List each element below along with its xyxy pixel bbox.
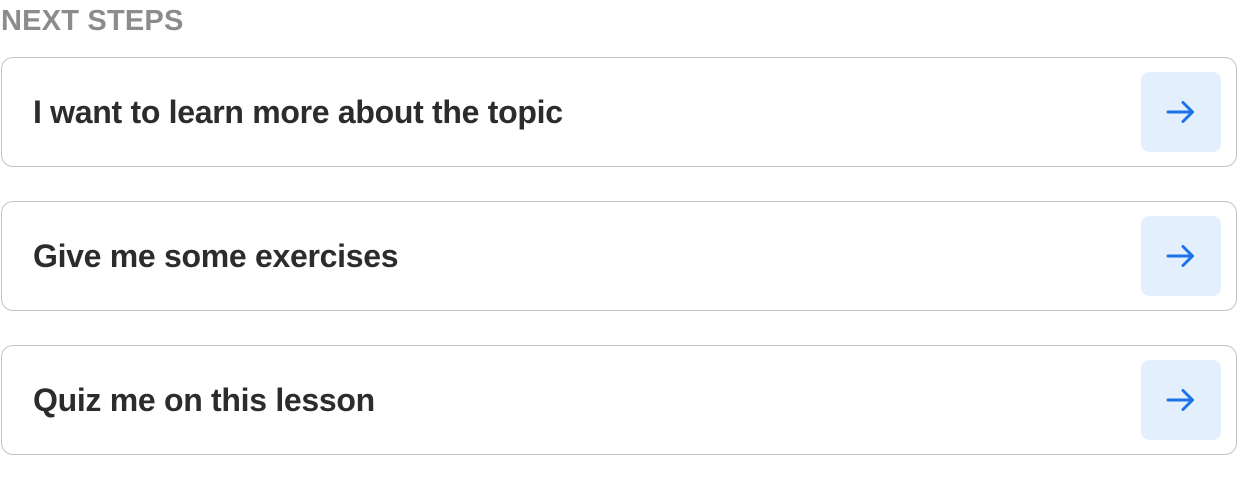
section-title: NEXT STEPS [1, 5, 184, 37]
arrow-right-icon [1166, 245, 1194, 267]
next-step-label: Give me some exercises [33, 238, 399, 274]
arrow-right-icon [1166, 389, 1194, 411]
next-step-quiz[interactable]: Quiz me on this lesson [1, 345, 1237, 455]
next-step-go-button[interactable] [1141, 360, 1221, 440]
next-step-label: Quiz me on this lesson [33, 382, 375, 418]
next-step-learn-more[interactable]: I want to learn more about the topic [1, 57, 1237, 167]
next-step-go-button[interactable] [1141, 216, 1221, 296]
next-step-label: I want to learn more about the topic [33, 94, 563, 130]
arrow-right-icon [1166, 101, 1194, 123]
next-step-exercises[interactable]: Give me some exercises [1, 201, 1237, 311]
next-step-go-button[interactable] [1141, 72, 1221, 152]
next-steps-list: I want to learn more about the topic Giv… [1, 57, 1237, 489]
